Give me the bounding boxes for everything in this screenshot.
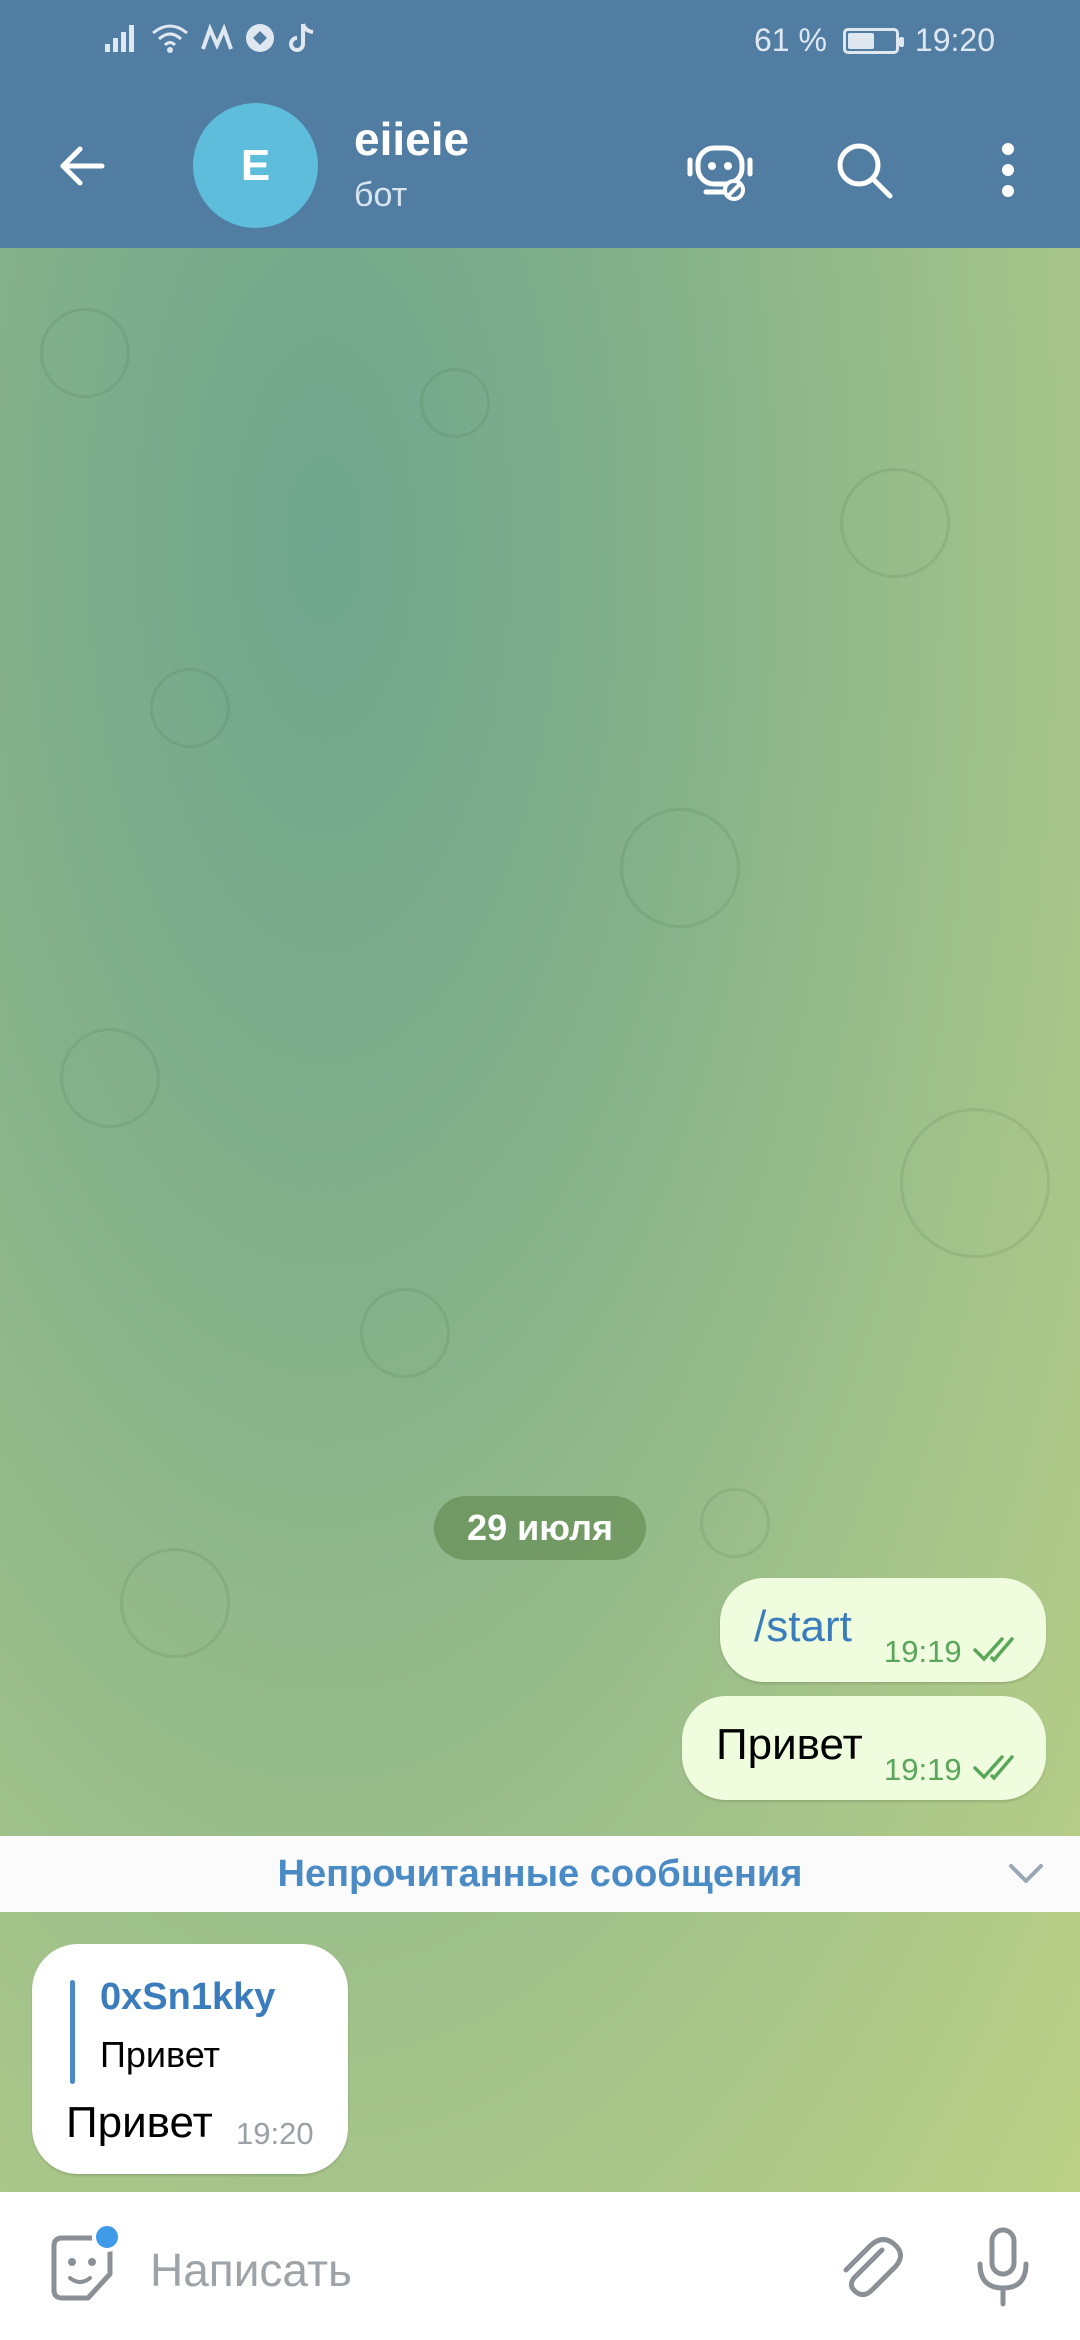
message-input[interactable] [150,2240,790,2300]
wallpaper-doodle [360,1288,450,1378]
status-icons [104,22,316,54]
status-right: 61 % 19:20 [754,22,995,59]
reply-quote-bar [70,1980,75,2084]
battery-fill [847,32,875,49]
search-icon [837,143,893,199]
clock: 19:20 [914,22,995,58]
date-separator: 29 июля [434,1496,646,1560]
reply-author[interactable]: 0xSn1kky [100,1976,275,2019]
message-time: 19:19 [884,1752,962,1787]
incoming-message[interactable]: 0xSn1kky Привет Привет 19:20 [32,1944,348,2174]
message-text: Привет [66,2098,213,2147]
reply-quote-text[interactable]: Привет [100,2034,220,2076]
paperclip-icon[interactable] [830,2228,910,2308]
search-button[interactable] [828,134,900,206]
more-vertical-icon [1002,143,1014,197]
status-bar: 61 % 19:20 [0,0,1080,82]
wallpaper-doodle [120,1548,230,1658]
app-m-icon [201,23,233,50]
bot-menu-button[interactable] [684,134,756,206]
chat-title[interactable]: eiieie [354,112,469,166]
bot-icon [687,145,753,201]
double-check-icon [973,1637,1014,1663]
wallpaper-doodle [60,1028,160,1128]
wallpaper-doodle [620,808,740,928]
wallpaper-doodle [150,668,230,748]
unread-messages-divider: Непрочитанные сообщения [0,1836,1080,1912]
battery-icon [842,27,904,54]
battery-percent: 61 % [753,22,827,58]
wallpaper-doodle [420,368,490,438]
microphone-icon[interactable] [968,2224,1038,2310]
outgoing-message[interactable]: /start 19:19 [720,1578,1046,1682]
message-text: Привет [716,1720,863,1769]
double-check-icon [973,1755,1014,1781]
chevron-down-icon[interactable] [1006,1856,1046,1892]
notification-dot [92,2222,122,2252]
message-composer [0,2192,1080,2340]
tiktok-icon [289,23,314,52]
avatar[interactable]: E [193,103,318,228]
message-time: 19:19 [884,1634,962,1669]
wifi-icon [152,24,188,53]
vpn-icon [246,24,274,52]
wallpaper-doodle [40,308,130,398]
message-text-command[interactable]: /start [754,1602,852,1652]
avatar-letter: E [240,140,271,190]
app-header: 61 % 19:20 E eiieie бот [0,0,1080,248]
wallpaper-doodle [900,1108,1050,1258]
unread-label: Непрочитанные сообщения [277,1852,803,1895]
more-button[interactable] [972,134,1044,206]
wallpaper-doodle [840,468,950,578]
message-time: 19:20 [236,2116,314,2151]
chat-subtitle: бот [354,176,408,214]
wallpaper-doodle [700,1488,770,1558]
signal-icon [105,25,134,52]
back-arrow-icon[interactable] [52,136,112,196]
outgoing-message[interactable]: Привет 19:19 [682,1696,1046,1800]
